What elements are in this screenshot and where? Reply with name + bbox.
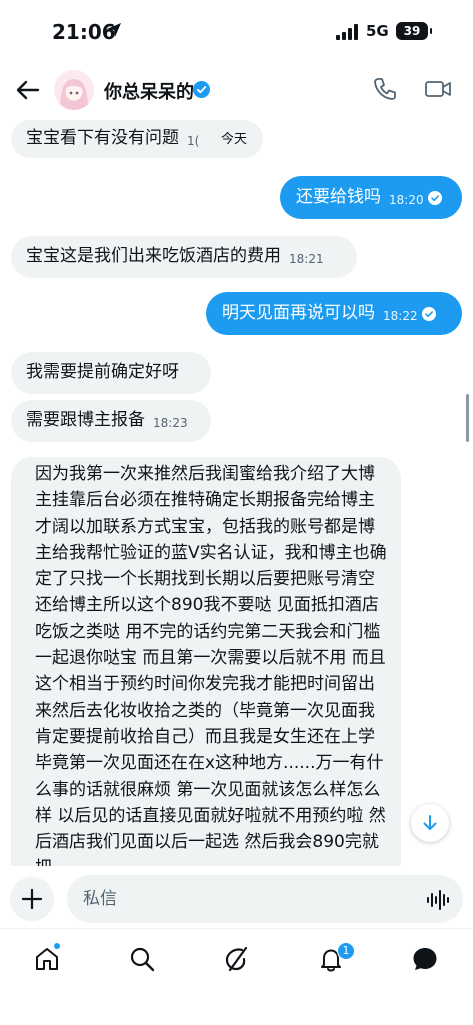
add-media-button[interactable] <box>10 877 54 921</box>
message-text: 明天见面再说可以吗 <box>222 303 375 323</box>
message-outgoing[interactable]: 还要给钱吗 18:20 <box>280 176 462 219</box>
phone-call-icon[interactable] <box>372 76 398 102</box>
date-separator: 今天 <box>221 132 248 147</box>
plus-icon <box>21 888 43 910</box>
arrow-down-icon <box>423 815 437 830</box>
message-text: 宝宝这是我们出来吃饭酒店的费用 <box>26 246 281 266</box>
message-incoming[interactable]: 需要跟博主报备 18:23 <box>11 400 211 442</box>
message-input[interactable] <box>67 875 463 923</box>
messages-icon[interactable] <box>411 945 439 973</box>
back-arrow-icon[interactable] <box>14 76 42 104</box>
message-time: 18:22 <box>383 309 418 323</box>
message-time: 18:20 <box>389 193 424 207</box>
chat-header: 你总呆呆的 <box>0 62 473 118</box>
message-time: 18:23 <box>153 416 188 430</box>
message-time: 1( <box>187 134 200 148</box>
message-text: 宝宝看下有没有问题 <box>26 128 179 148</box>
message-time: 18:21 <box>289 252 324 266</box>
message-text: 还要给钱吗 <box>296 187 381 207</box>
bottom-tab-bar <box>0 928 473 1025</box>
battery-icon: 39 <box>396 22 432 40</box>
search-icon[interactable] <box>128 945 156 973</box>
read-check-icon <box>427 191 442 205</box>
message-incoming-long[interactable]: 因为我第一次来推然后我闺蜜给我介绍了大博主挂靠后台必须在推特确定长期报备完给博主… <box>11 457 401 866</box>
status-bar: 21:06 5G 39 <box>0 0 473 62</box>
message-outgoing[interactable]: 明天见面再说可以吗 18:22 <box>206 292 462 335</box>
grok-icon[interactable] <box>222 945 250 973</box>
verified-badge-icon <box>193 81 210 98</box>
message-text: 因为我第一次来推然后我闺蜜给我介绍了大博主挂靠后台必须在推特确定长期报备完给博主… <box>35 464 387 866</box>
home-unread-dot <box>54 943 60 949</box>
signal-icon <box>336 24 360 40</box>
scroll-to-bottom-button[interactable] <box>411 804 449 842</box>
notifications-badge: 1 <box>337 942 355 960</box>
message-incoming[interactable]: 我需要提前确定好呀 <box>11 352 211 394</box>
network-type: 5G <box>366 22 389 40</box>
location-arrow-icon <box>107 23 121 37</box>
home-icon[interactable] <box>33 945 61 973</box>
contact-name[interactable]: 你总呆呆的 <box>104 78 194 104</box>
voice-message-icon[interactable] <box>426 889 450 911</box>
message-text: 我需要提前确定好呀 <box>26 362 179 382</box>
message-incoming[interactable]: 宝宝这是我们出来吃饭酒店的费用 18:21 <box>11 236 357 278</box>
scrollbar[interactable] <box>466 394 469 442</box>
avatar[interactable] <box>54 70 94 110</box>
battery-level: 39 <box>403 24 421 38</box>
message-text: 需要跟博主报备 <box>26 410 145 430</box>
read-check-icon <box>421 307 436 321</box>
avatar-girl-icon <box>54 70 94 110</box>
video-call-icon[interactable] <box>424 76 452 102</box>
